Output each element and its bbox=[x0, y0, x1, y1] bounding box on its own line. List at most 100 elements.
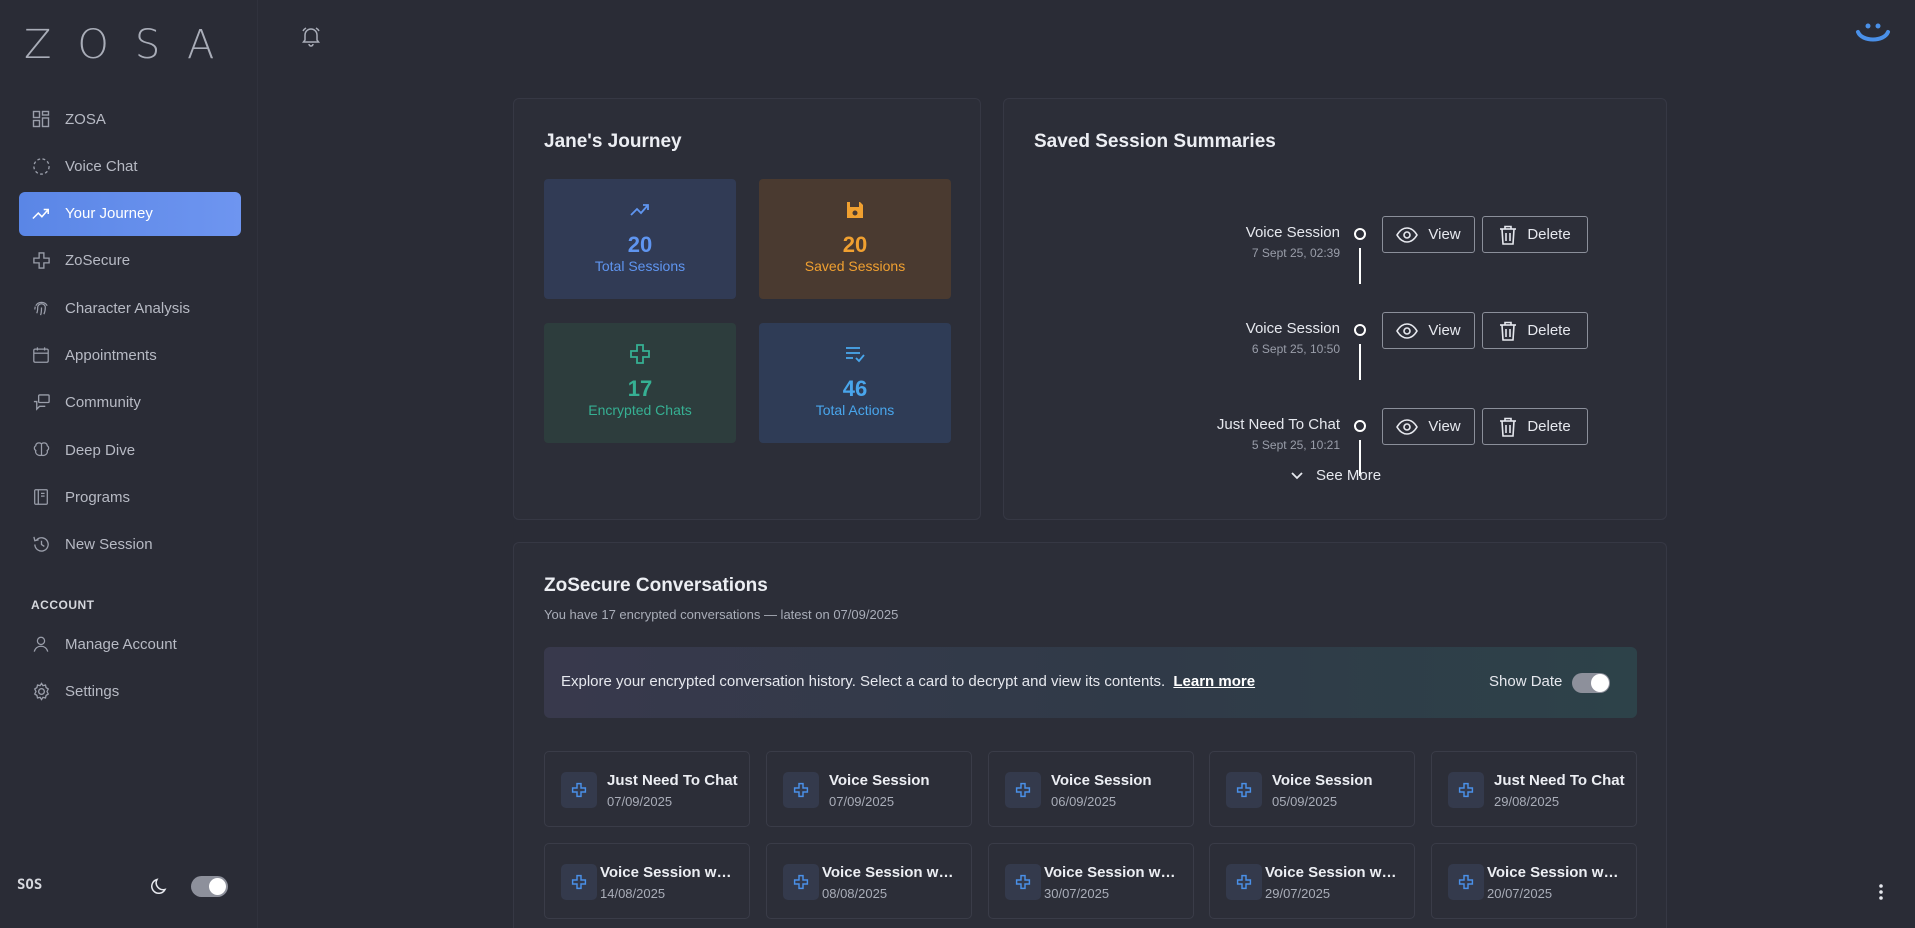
puzzle-cross-icon bbox=[629, 343, 651, 365]
brain-icon bbox=[31, 440, 51, 460]
stat-value: 46 bbox=[842, 376, 868, 401]
sidebar-item-label: Manage Account bbox=[65, 635, 177, 653]
eye-icon bbox=[1396, 418, 1419, 435]
session-name: Just Need To Chat bbox=[1216, 416, 1340, 433]
info-banner: Explore your encrypted conversation hist… bbox=[544, 647, 1637, 718]
session-name: Voice Session bbox=[1245, 320, 1340, 337]
sidebar-item-label: Appointments bbox=[65, 346, 157, 364]
zosecure-title: ZoSecure Conversations bbox=[544, 575, 768, 596]
sidebar-item-programs[interactable]: Programs bbox=[19, 475, 241, 519]
delete-label: Delete bbox=[1527, 226, 1571, 243]
puzzle-cross-icon bbox=[1226, 772, 1262, 808]
sidebar-item-zosa[interactable]: ZOSA bbox=[19, 97, 241, 141]
app-logo[interactable]: ZOSA bbox=[24, 22, 240, 68]
view-button[interactable]: View bbox=[1382, 312, 1475, 349]
puzzle-cross-icon bbox=[1005, 772, 1041, 808]
learn-more-link[interactable]: Learn more bbox=[1173, 673, 1255, 690]
see-more-button[interactable]: See More bbox=[1290, 467, 1381, 484]
delete-label: Delete bbox=[1527, 322, 1571, 339]
conversation-date: 30/07/2025 bbox=[1044, 886, 1110, 901]
sidebar-item-manage-account[interactable]: Manage Account bbox=[19, 622, 241, 666]
timeline-line bbox=[1359, 248, 1361, 284]
journey-card: Jane's Journey 20 Total Sessions 20 Save… bbox=[513, 98, 981, 520]
timeline-dot bbox=[1354, 324, 1366, 336]
session-date: 5 Sept 25, 10:21 bbox=[1251, 438, 1340, 452]
refresh-clock-icon bbox=[31, 535, 51, 555]
sos-button[interactable]: SOS bbox=[17, 877, 42, 893]
sidebar-item-label: Character Analysis bbox=[65, 299, 191, 317]
chevron-down-icon bbox=[1291, 471, 1303, 479]
voice-circle-icon bbox=[31, 156, 51, 176]
stat-value: 20 bbox=[627, 232, 653, 257]
conversation-name: Voice Session wit... bbox=[1044, 864, 1178, 881]
sidebar-item-label: ZOSA bbox=[65, 110, 106, 128]
stat-label: Saved Sessions bbox=[804, 258, 906, 274]
conversation-card[interactable]: Voice Session wit... 20/07/2025 bbox=[1431, 843, 1637, 919]
conversation-name: Just Need To Chat bbox=[607, 772, 738, 789]
book-icon bbox=[31, 487, 51, 507]
smile-logo-icon[interactable] bbox=[1855, 20, 1891, 46]
conversation-card[interactable]: Voice Session wit... 29/07/2025 bbox=[1209, 843, 1415, 919]
conversation-date: 20/07/2025 bbox=[1487, 886, 1553, 901]
sidebar-item-label: Programs bbox=[65, 488, 131, 506]
view-button[interactable]: View bbox=[1382, 408, 1475, 445]
user-icon bbox=[31, 634, 51, 654]
notification-bell-icon[interactable] bbox=[300, 25, 322, 47]
see-more-label: See More bbox=[1316, 467, 1382, 484]
sidebar-item-community[interactable]: Community bbox=[19, 381, 241, 425]
puzzle-cross-icon bbox=[31, 251, 51, 271]
conversation-card[interactable]: Voice Session 07/09/2025 bbox=[766, 751, 972, 827]
puzzle-cross-icon bbox=[1448, 864, 1484, 900]
zosecure-subtitle: You have 17 encrypted conversations — la… bbox=[544, 607, 899, 622]
conversation-name: Just Need To Chat bbox=[1494, 772, 1625, 789]
conversation-name: Voice Session bbox=[1051, 772, 1152, 789]
stat-encrypted-chats: 17 Encrypted Chats bbox=[544, 323, 736, 443]
stat-value: 20 bbox=[842, 232, 868, 257]
sidebar-item-voice-chat[interactable]: Voice Chat bbox=[19, 144, 241, 188]
fingerprint-icon bbox=[31, 298, 51, 318]
conversation-card[interactable]: Voice Session 05/09/2025 bbox=[1209, 751, 1415, 827]
delete-button[interactable]: Delete bbox=[1482, 216, 1588, 253]
account-heading: ACCOUNT bbox=[31, 598, 95, 612]
trash-icon bbox=[1500, 321, 1517, 341]
session-name: Voice Session bbox=[1245, 224, 1340, 241]
conversation-date: 14/08/2025 bbox=[600, 886, 666, 901]
trash-icon bbox=[1500, 225, 1517, 245]
puzzle-cross-icon bbox=[1226, 864, 1262, 900]
sidebar-item-zosecure[interactable]: ZoSecure bbox=[19, 239, 241, 283]
stat-label: Total Actions bbox=[815, 402, 895, 418]
dark-mode-toggle[interactable] bbox=[191, 876, 228, 897]
eye-icon bbox=[1396, 226, 1419, 243]
delete-button[interactable]: Delete bbox=[1482, 312, 1588, 349]
sidebar-item-label: Community bbox=[65, 394, 141, 412]
sidebar-item-new-session[interactable]: New Session bbox=[19, 523, 241, 567]
conversation-date: 08/08/2025 bbox=[822, 886, 888, 901]
banner-text-wrap: Explore your encrypted conversation hist… bbox=[561, 673, 1255, 690]
conversation-card[interactable]: Voice Session 06/09/2025 bbox=[988, 751, 1194, 827]
sidebar-item-label: Your Journey bbox=[65, 205, 153, 223]
sidebar-item-label: ZoSecure bbox=[65, 252, 131, 270]
view-button[interactable]: View bbox=[1382, 216, 1475, 253]
save-icon bbox=[844, 199, 866, 221]
conversation-date: 07/09/2025 bbox=[607, 794, 673, 809]
sidebar-item-label: Deep Dive bbox=[65, 441, 136, 459]
sidebar-item-appointments[interactable]: Appointments bbox=[19, 333, 241, 377]
conversation-card[interactable]: Voice Session wit... 08/08/2025 bbox=[766, 843, 972, 919]
sidebar-item-settings[interactable]: Settings bbox=[19, 669, 241, 713]
delete-button[interactable]: Delete bbox=[1482, 408, 1588, 445]
conversation-card[interactable]: Voice Session wit... 30/07/2025 bbox=[988, 843, 1194, 919]
conversation-card[interactable]: Just Need To Chat 07/09/2025 bbox=[544, 751, 750, 827]
stat-value: 17 bbox=[627, 376, 653, 401]
more-menu-icon[interactable] bbox=[1879, 884, 1883, 900]
sidebar-item-deep-dive[interactable]: Deep Dive bbox=[19, 428, 241, 472]
conversation-card[interactable]: Voice Session wit... 14/08/2025 bbox=[544, 843, 750, 919]
conversation-card[interactable]: Just Need To Chat 29/08/2025 bbox=[1431, 751, 1637, 827]
view-label: View bbox=[1428, 226, 1461, 243]
session-row: Voice Session 6 Sept 25, 10:50 View Dele… bbox=[1004, 312, 1668, 392]
conversation-name: Voice Session wit... bbox=[1265, 864, 1399, 881]
session-row: Voice Session 7 Sept 25, 02:39 View Dele… bbox=[1004, 216, 1668, 296]
stat-label: Total Sessions bbox=[594, 258, 686, 274]
show-date-toggle[interactable] bbox=[1572, 673, 1610, 693]
sidebar-item-your-journey[interactable]: Your Journey bbox=[19, 191, 241, 236]
sidebar-item-character-analysis[interactable]: Character Analysis bbox=[19, 286, 241, 330]
